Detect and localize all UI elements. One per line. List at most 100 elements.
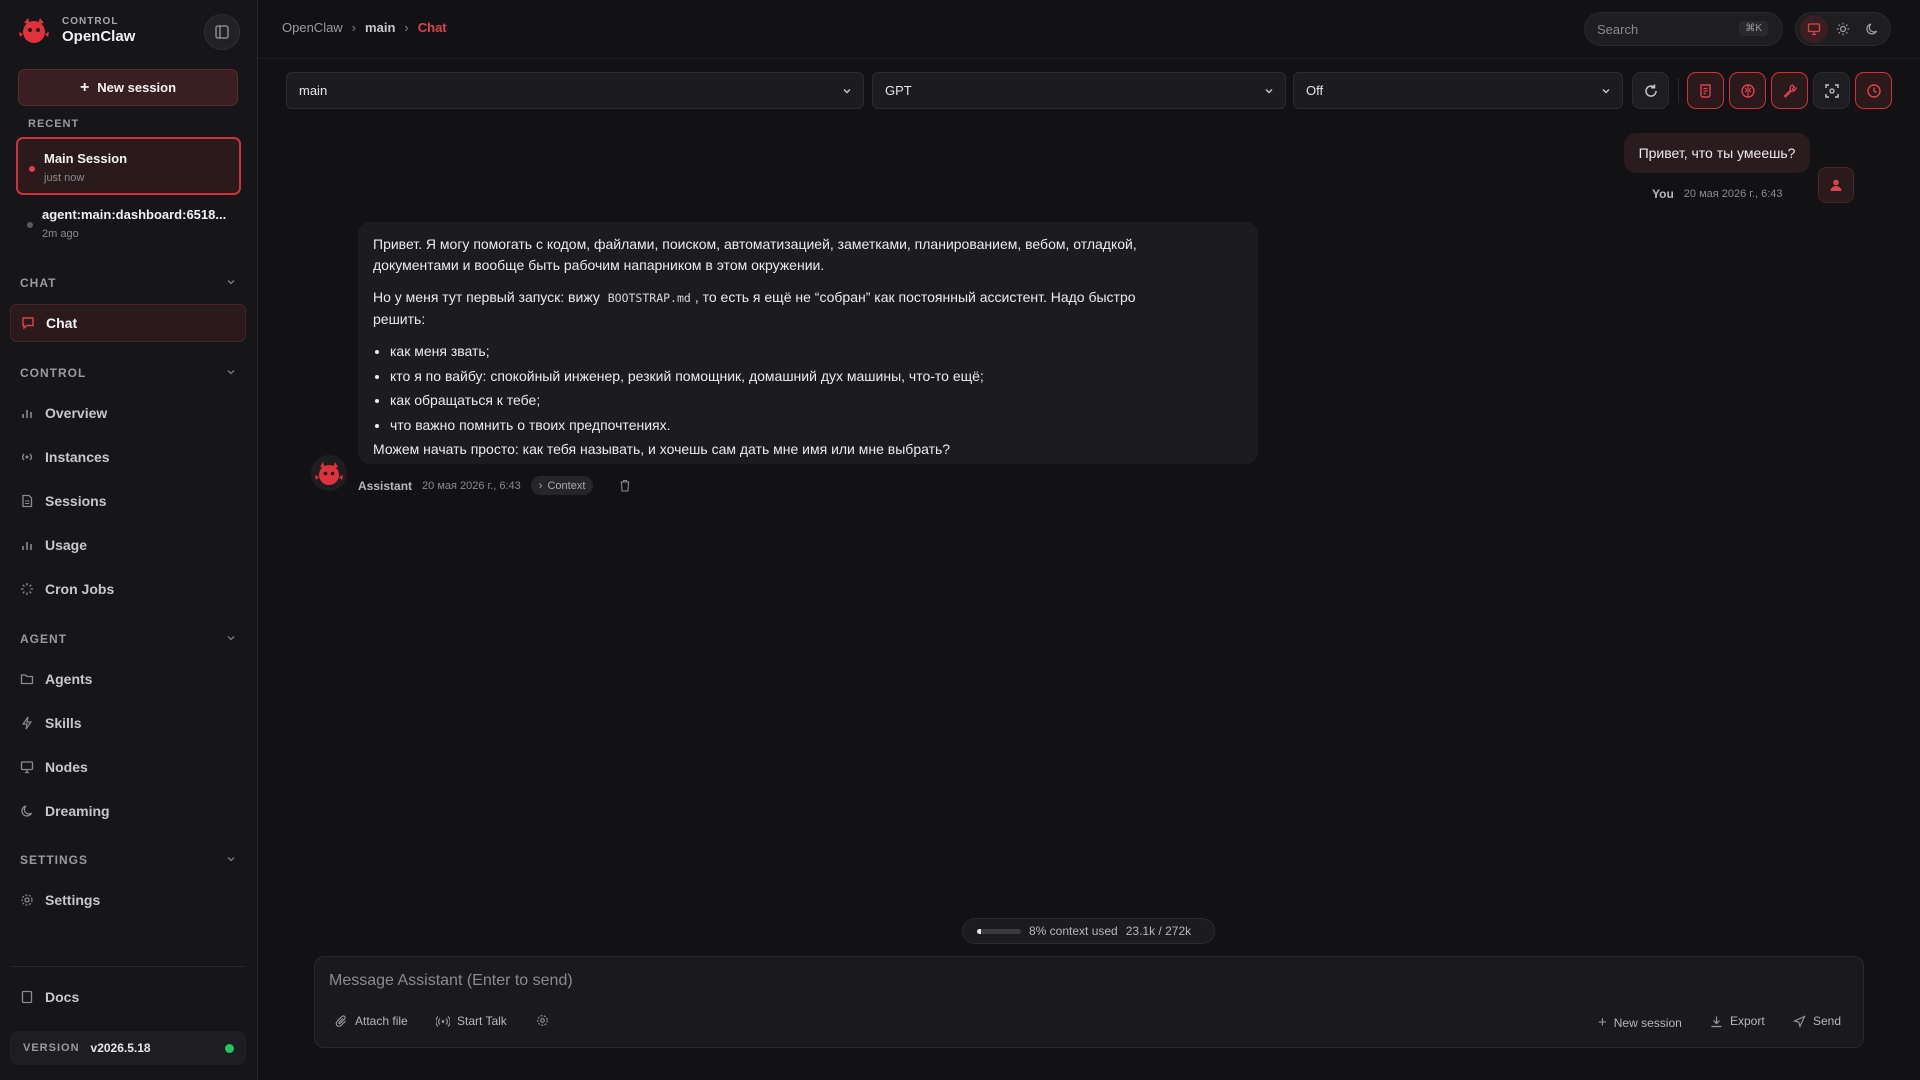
theme-switcher <box>1795 12 1891 46</box>
sidebar-item-overview[interactable]: Overview <box>10 394 246 432</box>
radio-waves-icon <box>20 450 34 464</box>
thinking-select[interactable]: Off <box>1293 72 1623 109</box>
section-agent[interactable]: AGENT <box>20 632 235 646</box>
paperclip-icon <box>335 1014 346 1027</box>
composer-new-session-button[interactable]: + New session <box>1598 1014 1682 1031</box>
folder-icon <box>20 672 34 686</box>
session-item-dashboard[interactable]: agent:main:dashboard:6518... 2m ago <box>16 195 241 253</box>
search-input[interactable]: Search ⌘K <box>1584 12 1783 46</box>
sidebar-item-label: Sessions <box>45 493 107 509</box>
model-select[interactable]: GPT <box>872 72 1286 109</box>
export-label: Export <box>1730 1014 1765 1028</box>
history-button[interactable] <box>1855 72 1892 109</box>
user-icon <box>1830 179 1842 191</box>
sidebar-item-label: Cron Jobs <box>45 581 115 597</box>
message-input[interactable] <box>329 968 1829 994</box>
context-usage-tokens: 23.1k / 272k <box>1125 924 1192 938</box>
openclaw-logo-icon <box>19 18 49 43</box>
assistant-timestamp: 20 мая 2026 г., 6:43 <box>422 479 521 492</box>
start-talk-label: Start Talk <box>457 1014 507 1028</box>
user-message-bubble: Привет, что ты умеешь? <box>1624 133 1810 173</box>
context-usage-text: 8% context used <box>1029 924 1118 938</box>
list-item: кто я по вайбу: спокойный инженер, резки… <box>390 366 1243 387</box>
breadcrumb-separator-icon: › <box>351 20 357 35</box>
sidebar-item-label: Settings <box>45 892 101 908</box>
breadcrumb-agent[interactable]: main <box>365 20 395 35</box>
sidebar-item-label: Instances <box>45 449 110 465</box>
send-icon <box>1793 1014 1806 1028</box>
assistant-avatar-icon <box>311 455 347 491</box>
tools-button[interactable] <box>1771 72 1808 109</box>
agent-select-value: main <box>299 83 328 98</box>
attach-file-button[interactable]: Attach file <box>335 1014 408 1028</box>
new-session-button[interactable]: + New session <box>18 69 238 106</box>
sidebar-item-label: Dreaming <box>45 803 110 819</box>
sidebar-item-label: Skills <box>45 715 82 731</box>
sidebar-item-agents[interactable]: Agents <box>10 660 246 698</box>
chevron-down-icon <box>843 89 851 94</box>
context-usage-fill <box>977 928 981 934</box>
theme-system-button[interactable] <box>1799 15 1828 43</box>
sidebar-item-instances[interactable]: Instances <box>10 438 246 476</box>
sidebar-item-dreaming[interactable]: Dreaming <box>10 792 246 830</box>
header-divider <box>258 58 1920 59</box>
model-select-value: GPT <box>885 83 912 98</box>
breadcrumb-separator-icon: › <box>404 20 409 35</box>
theme-light-button[interactable] <box>1829 15 1857 43</box>
context-toggle[interactable]: › Context <box>530 476 594 495</box>
sidebar-item-nodes[interactable]: Nodes <box>10 748 246 786</box>
user-message-meta: You 20 мая 2026 г., 6:43 <box>1652 187 1783 201</box>
sidebar-item-docs[interactable]: Docs <box>10 978 246 1016</box>
plus-icon: + <box>79 78 90 96</box>
user-avatar <box>1818 167 1854 203</box>
agent-select[interactable]: main <box>286 72 864 109</box>
breadcrumb-current: Chat <box>417 20 447 35</box>
breadcrumb: OpenClaw › main › Chat <box>282 20 447 35</box>
connection-status-dot <box>225 1044 234 1053</box>
chevron-right-icon: › <box>538 479 543 492</box>
loader-icon <box>20 582 34 596</box>
chevron-down-icon <box>227 370 235 375</box>
start-talk-button[interactable]: Start Talk <box>436 1014 507 1028</box>
chevron-down-icon <box>227 636 235 641</box>
sidebar-item-label: Docs <box>45 989 80 1005</box>
sidebar-item-settings[interactable]: Settings <box>10 881 246 919</box>
list-item: что важно помнить о твоих предпочтениях. <box>390 415 1243 436</box>
radio-waves-icon <box>436 1015 450 1027</box>
scroll-button[interactable] <box>1687 72 1724 109</box>
trash-icon[interactable] <box>619 479 631 492</box>
session-dot <box>27 222 33 228</box>
section-settings[interactable]: SETTINGS <box>20 853 235 867</box>
section-chat[interactable]: CHAT <box>20 276 235 290</box>
sidebar-item-cron-jobs[interactable]: Cron Jobs <box>10 570 246 608</box>
download-icon <box>1711 1016 1722 1027</box>
session-item-main[interactable]: Main Session just now <box>16 137 241 195</box>
chevron-down-icon <box>1602 89 1610 94</box>
clock-icon <box>1866 83 1881 98</box>
user-message-text: Привет, что ты умеешь? <box>1638 145 1796 161</box>
sidebar-item-skills[interactable]: Skills <box>10 704 246 742</box>
sidebar-item-sessions[interactable]: Sessions <box>10 482 246 520</box>
session-active-dot <box>29 166 35 172</box>
export-button[interactable]: Export <box>1710 1014 1765 1028</box>
theme-dark-button[interactable] <box>1858 15 1886 43</box>
assistant-text: Но у меня тут первый запуск: вижу <box>373 289 604 305</box>
brain-button[interactable] <box>1729 72 1766 109</box>
search-shortcut: ⌘K <box>1739 21 1768 36</box>
focus-button[interactable] <box>1813 72 1850 109</box>
search-placeholder: Search <box>1597 21 1639 37</box>
sidebar-item-chat[interactable]: Chat <box>10 304 246 342</box>
context-usage-pill: 8% context used 23.1k / 272k <box>962 918 1215 944</box>
sidebar-item-usage[interactable]: Usage <box>10 526 246 564</box>
section-control[interactable]: CONTROL <box>20 366 235 380</box>
sun-icon <box>1836 22 1850 36</box>
refresh-button[interactable] <box>1632 72 1669 109</box>
list-item: как обращаться к тебе; <box>390 390 1243 411</box>
collapse-sidebar-button[interactable] <box>204 14 240 50</box>
breadcrumb-root[interactable]: OpenClaw <box>282 20 343 35</box>
send-button[interactable]: Send <box>1793 1014 1841 1028</box>
new-session-label: New session <box>1613 1015 1682 1030</box>
user-timestamp: 20 мая 2026 г., 6:43 <box>1683 188 1783 200</box>
composer-settings-button[interactable] <box>536 1014 549 1027</box>
moon-icon <box>20 804 34 818</box>
